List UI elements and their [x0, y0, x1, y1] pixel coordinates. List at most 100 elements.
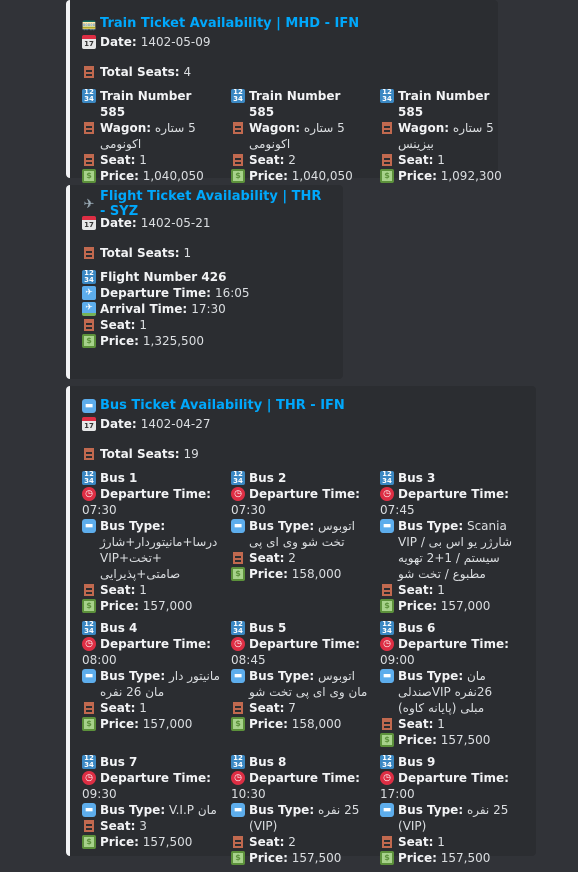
seat-icon [231, 121, 245, 135]
bus-type-label: Bus Type: [249, 669, 315, 683]
wagon-text: Wagon: 5 ستاره اکونومی [100, 120, 220, 152]
seat-label: Seat: [398, 835, 434, 849]
bus-type-text: Bus Type: 25 نفره (VIP) [398, 802, 518, 834]
money-icon: $ [380, 599, 394, 613]
bus-type: ▬ Bus Type: اتوبوس مان وی ای پی تخت شو [231, 668, 369, 700]
seat-text: Seat: 1 [100, 582, 147, 598]
price-value: 157,000 [142, 717, 193, 731]
bus-number: 12 34 Bus 1 [82, 470, 220, 486]
wagon: Wagon: 5 ستاره بیزینس [380, 120, 518, 152]
bus-number: 12 34 Bus 2 [231, 470, 369, 486]
bus-embed: ▬ Bus Ticket Availability | THR - IFN 17… [66, 386, 536, 865]
wagon: Wagon: 5 ستاره اکونومی [82, 120, 220, 152]
price-value: 157,500 [440, 733, 491, 747]
train-date-row: 17 Date: 1402-05-09 [82, 34, 486, 50]
number-icon: 12 34 [82, 621, 96, 635]
seat: Seat: 1 [380, 152, 518, 168]
bus-title-link[interactable]: ▬ Bus Ticket Availability | THR - IFN [82, 396, 524, 414]
arrival-icon: ✈ [82, 302, 96, 316]
seat-icon [82, 701, 96, 715]
bus-type-text: Bus Type: درسا+مانیتوردار+شارژ+تخت+VIP ص… [100, 518, 220, 582]
bus-number: 12 34 Bus 5 [231, 620, 369, 636]
bus-number-text: Bus 7 [100, 754, 137, 770]
price-value: 157,500 [142, 835, 193, 849]
bus-type: ▬ Bus Type: 25 نفره (VIP) [380, 802, 518, 834]
bus-type-label: Bus Type: [249, 803, 315, 817]
train-title[interactable]: Train Ticket Availability | MHD - IFN [100, 16, 359, 31]
bus-number-label: Bus 6 [398, 621, 436, 635]
seat-icon [231, 835, 245, 849]
date-label: Date: [100, 216, 137, 230]
price: $ Price: 158,000 [231, 566, 369, 582]
seat-icon [82, 318, 96, 332]
seat-icon [380, 835, 394, 849]
price-text: Price: 158,000 [249, 566, 341, 582]
seat-label: Seat: [249, 153, 285, 167]
bus-type-text: Bus Type: اتوبوس مان وی ای پی تخت شو [249, 668, 369, 700]
flight-title-link[interactable]: ✈ Flight Ticket Availability | THR - SYZ [82, 189, 331, 219]
departure: Departure Time: [82, 770, 220, 786]
departure-value: 09:30 [82, 787, 117, 801]
price: $ Price: 157,000 [380, 598, 518, 614]
price-label: Price: [398, 733, 437, 747]
bus-ticket: 1234 Bus 5 Departure Time: 08:45 ▬ Bus Type: … [231, 620, 369, 748]
price: $ Price: 157,500 [380, 850, 518, 866]
price-label: Price: [100, 717, 139, 731]
number-icon: 12 34 [380, 471, 394, 485]
alarm-clock-icon [82, 771, 96, 785]
departure-label: Departure Time: [100, 487, 211, 501]
departure-text: Departure Time: [249, 770, 360, 786]
number-icon: 12 34 [380, 755, 394, 769]
bus-type-label: Bus Type: [100, 519, 166, 533]
seat-text: Seat: 1 [398, 834, 445, 850]
bus-number: 12 34 Bus 8 [231, 754, 369, 770]
departure-label: Departure Time: [100, 637, 211, 651]
calendar-icon: 17 [82, 216, 96, 230]
number-icon: 12 34 [231, 89, 245, 103]
money-icon: $ [231, 169, 245, 183]
number-icon: 12 34 [82, 471, 96, 485]
price-text: Price: 157,500 [100, 834, 192, 850]
bus-title[interactable]: Bus Ticket Availability | THR - IFN [100, 398, 345, 413]
wagon-label: Wagon: [100, 121, 152, 135]
seat-icon [231, 701, 245, 715]
departure: Departure Time: [82, 486, 220, 502]
train-number-text: Train Number 585 [249, 88, 369, 120]
bus-ticket: 1234 Bus 3 Departure Time: 07:45 ▬ Bus Type: … [380, 470, 518, 614]
train-number: 12 34 Train Number 585 [231, 88, 369, 120]
seat-label: Seat: [398, 583, 434, 597]
train-title-link[interactable]: 🚃 Train Ticket Availability | MHD - IFN [82, 14, 486, 32]
price-value: 1,092,300 [440, 169, 502, 183]
seat: Seat: 1 [380, 582, 518, 598]
bus-icon: ▬ [82, 803, 96, 817]
bus-type: ▬ Bus Type: درسا+مانیتوردار+شارژ+تخت+VIP … [82, 518, 220, 582]
airplane-icon: ✈ [83, 197, 95, 212]
seat-value: 2 [288, 153, 296, 167]
seat-label: Seat: [398, 153, 434, 167]
flight-departure-row: ✈ Departure Time: 16:05 [82, 285, 331, 301]
bus-number-text: Bus 8 [249, 754, 286, 770]
bus-number-text: Bus 1 [100, 470, 137, 486]
arrival-value: 17:30 [191, 302, 226, 316]
seat-icon [231, 153, 245, 167]
price-value: 157,000 [440, 599, 491, 613]
number-icon: 12 34 [231, 755, 245, 769]
flight-number-row: 12 34 Flight Number 426 [82, 269, 331, 285]
price-text: Price: 1,040,050 [100, 168, 204, 184]
price: $ Price: 1,092,300 [380, 168, 518, 184]
train-icon: 🚃 [81, 16, 97, 31]
bus-type-label: Bus Type: [398, 669, 464, 683]
bus-number-label: Bus 3 [398, 471, 436, 485]
departure-text: Departure Time: [249, 636, 360, 652]
bus-number-label: Bus 5 [249, 621, 287, 635]
price: $ Price: 157,500 [380, 732, 518, 748]
money-icon: $ [82, 334, 96, 348]
seat-text: Seat: 1 [398, 152, 445, 168]
departure: Departure Time: [231, 770, 369, 786]
alarm-clock-icon [380, 637, 394, 651]
train-tickets-grid: 12 34 Train Number 585 Wagon: 5 ستاره اکونو… [82, 88, 502, 184]
bus-icon: ▬ [380, 669, 394, 683]
bus-ticket: 1234 Bus 4 Departure Time: 08:00 ▬ Bus Type: … [82, 620, 220, 748]
price-text: Price: 157,000 [100, 598, 192, 614]
price-label: Price: [249, 851, 288, 865]
